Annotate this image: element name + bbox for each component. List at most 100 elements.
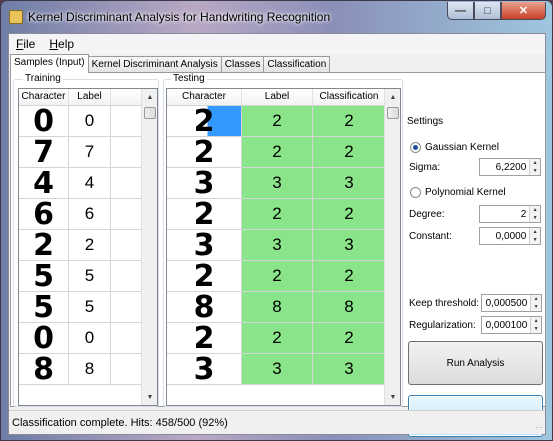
label-cell[interactable]: 2 [242,261,313,291]
classification-cell[interactable]: 2 [313,106,386,136]
menu-file[interactable]: File [9,37,42,51]
label-cell[interactable]: 3 [242,230,313,260]
spin-up-icon[interactable]: ▲ [531,317,541,325]
spin-down-icon[interactable]: ▼ [531,303,541,311]
classification-cell[interactable]: 2 [313,323,386,353]
label-cell[interactable]: 3 [242,354,313,384]
constant-input[interactable] [480,228,530,244]
menu-help[interactable]: Help [42,37,81,51]
tab-classes[interactable]: Classes [220,56,265,73]
run-analysis-button[interactable]: Run Analysis [408,341,543,385]
table-row[interactable]: 333 [167,168,386,199]
label-cell[interactable]: 8 [242,292,313,322]
table-row[interactable]: 44 [19,168,143,199]
label-cell[interactable]: 0 [69,323,111,353]
table-row[interactable]: 222 [167,137,386,168]
tab-classification[interactable]: Classification [263,56,331,73]
table-row[interactable]: 00 [19,323,143,354]
label-cell[interactable]: 2 [242,323,313,353]
tab-samples[interactable]: Samples (Input) [10,54,89,73]
sigma-spinner[interactable]: ▲▼ [479,158,541,176]
spin-up-icon[interactable]: ▲ [530,206,540,214]
sigma-input[interactable] [480,159,530,175]
table-row[interactable]: 222 [167,199,386,230]
training-grid[interactable]: Character Label 007744662255550088 ▲ ▼ [18,88,158,406]
polynomial-kernel-radio[interactable]: Polynomial Kernel [410,187,506,198]
label-cell[interactable]: 4 [69,168,111,198]
scroll-down-icon[interactable]: ▼ [142,389,157,405]
table-row[interactable]: 55 [19,292,143,323]
table-row[interactable]: 333 [167,230,386,261]
scroll-up-icon[interactable]: ▲ [142,89,157,105]
spin-down-icon[interactable]: ▼ [530,236,540,244]
keep-threshold-spinner[interactable]: ▲▼ [481,294,542,312]
table-row[interactable]: 222 [167,323,386,354]
table-row[interactable]: 222 [167,261,386,292]
close-button[interactable]: ✕ [501,2,546,20]
col-character[interactable]: Character [167,89,242,105]
label-cell[interactable]: 2 [242,137,313,167]
title-bar[interactable]: Kernel Discriminant Analysis for Handwri… [1,1,552,32]
spin-down-icon[interactable]: ▼ [530,167,540,175]
minimize-button[interactable]: — [447,2,474,20]
table-row[interactable]: 00 [19,106,143,137]
scroll-thumb[interactable] [144,107,156,119]
degree-spinner[interactable]: ▲▼ [479,205,541,223]
character-image: 7 [19,137,69,167]
scroll-up-icon[interactable]: ▲ [385,89,400,105]
menu-bar: File Help [9,34,545,54]
label-cell[interactable]: 3 [242,168,313,198]
label-cell[interactable]: 2 [69,230,111,260]
character-image: 5 [19,292,69,322]
col-classification[interactable]: Classification [313,89,386,105]
training-scrollbar[interactable]: ▲ ▼ [141,89,157,405]
table-row[interactable]: 333 [167,354,386,385]
classification-cell[interactable]: 3 [313,168,386,198]
samples-panel: Training Character Label 007744662255550… [10,72,546,437]
classification-cell[interactable]: 8 [313,292,386,322]
table-row[interactable]: 77 [19,137,143,168]
constant-spinner[interactable]: ▲▼ [479,227,541,245]
label-cell[interactable]: 6 [69,199,111,229]
spin-up-icon[interactable]: ▲ [530,228,540,236]
classification-cell[interactable]: 3 [313,354,386,384]
constant-label: Constant: [409,231,452,242]
label-cell[interactable]: 2 [242,106,313,136]
tab-kda[interactable]: Kernel Discriminant Analysis [87,56,222,73]
keep-threshold-input[interactable] [482,295,531,311]
label-cell[interactable]: 2 [242,199,313,229]
classification-cell[interactable]: 2 [313,137,386,167]
spin-down-icon[interactable]: ▼ [531,325,541,333]
gaussian-kernel-radio[interactable]: Gaussian Kernel [410,142,499,153]
spin-up-icon[interactable]: ▲ [531,295,541,303]
label-cell[interactable]: 5 [69,292,111,322]
classification-cell[interactable]: 2 [313,261,386,291]
spin-down-icon[interactable]: ▼ [530,214,540,222]
testing-scrollbar[interactable]: ▲ ▼ [384,89,400,405]
scroll-down-icon[interactable]: ▼ [385,389,400,405]
regularization-spinner[interactable]: ▲▼ [481,316,542,334]
table-row[interactable]: 222 [167,106,386,137]
label-cell[interactable]: 7 [69,137,111,167]
scroll-thumb[interactable] [387,107,399,119]
label-cell[interactable]: 8 [69,354,111,384]
label-cell[interactable]: 0 [69,106,111,136]
maximize-button[interactable]: □ [474,2,501,20]
table-row[interactable]: 55 [19,261,143,292]
col-label[interactable]: Label [69,89,111,105]
table-row[interactable]: 22 [19,230,143,261]
table-row[interactable]: 888 [167,292,386,323]
resize-grip-icon[interactable]: ⋯ [535,423,543,432]
testing-grid[interactable]: Character Label Classification 222222333… [166,88,401,406]
regularization-input[interactable] [482,317,531,333]
spin-up-icon[interactable]: ▲ [530,159,540,167]
col-character[interactable]: Character [19,89,69,105]
degree-input[interactable] [480,206,530,222]
col-label[interactable]: Label [242,89,313,105]
classification-cell[interactable]: 3 [313,230,386,260]
label-cell[interactable]: 5 [69,261,111,291]
classification-cell[interactable]: 2 [313,199,386,229]
table-row[interactable]: 88 [19,354,143,385]
table-row[interactable]: 66 [19,199,143,230]
tab-strip: Samples (Input) Kernel Discriminant Anal… [10,54,331,73]
